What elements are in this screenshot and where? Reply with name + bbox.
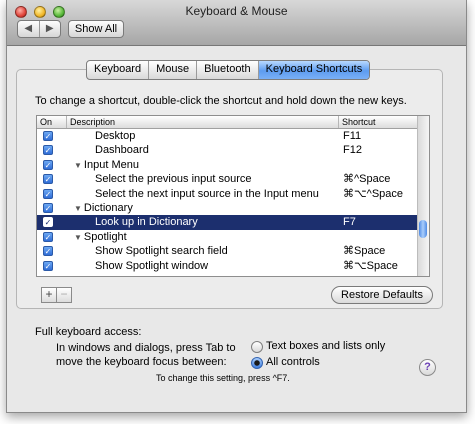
radio-text-boxes-label[interactable]: Text boxes and lists only: [266, 340, 385, 352]
description-text: Show Spotlight window: [95, 259, 209, 272]
description-text: Dictionary: [83, 201, 133, 214]
enabled-checkbox[interactable]: ✓: [43, 131, 53, 141]
shortcut-keys[interactable]: ⌘Space: [343, 244, 385, 258]
remove-shortcut-button[interactable]: −: [57, 287, 72, 303]
shortcut-keys[interactable]: ⌘⌥^Space: [343, 187, 403, 201]
enabled-checkbox[interactable]: ✓: [43, 202, 53, 213]
shortcut-keys[interactable]: ⌘^Space: [343, 172, 390, 186]
enabled-checkbox[interactable]: ✓: [43, 246, 53, 257]
description-text: Dashboard: [95, 144, 149, 157]
tab-mouse[interactable]: Mouse: [149, 61, 198, 79]
window-title: Keyboard & Mouse: [185, 4, 288, 18]
radio-all-controls-label[interactable]: All controls: [266, 356, 320, 368]
shortcut-description: Desktop: [95, 129, 135, 143]
group-description: ▼ Dictionary: [74, 201, 133, 216]
shortcut-description: Dashboard: [95, 143, 149, 157]
table-scrollbar[interactable]: [417, 116, 429, 276]
restore-defaults-button[interactable]: Restore Defaults: [331, 286, 433, 304]
radio-all-controls[interactable]: [251, 357, 263, 369]
description-text: Show Spotlight search field: [95, 245, 228, 258]
table-row[interactable]: ✓ Select the previous input source ⌘^Space: [37, 172, 417, 186]
table-body: ✓ Desktop F11 ✓ Dashboard F12 ✓ ▼ Input Menu ✓ Sel…: [37, 129, 417, 273]
shortcut-keys[interactable]: F7: [343, 215, 356, 229]
shortcut-keys[interactable]: ⌘⌥Space: [343, 259, 398, 273]
column-header-on[interactable]: On: [37, 116, 67, 128]
description-line-2: move the keyboard focus between:: [56, 356, 227, 368]
shortcut-description: Show Spotlight search field: [95, 244, 228, 258]
enabled-checkbox[interactable]: ✓: [43, 145, 53, 156]
add-shortcut-button[interactable]: +: [41, 287, 57, 303]
back-arrow-icon[interactable]: ◀: [18, 21, 40, 37]
description-text: Spotlight: [83, 230, 127, 243]
table-row[interactable]: ✓ Dashboard F12: [37, 143, 417, 157]
forward-arrow-icon[interactable]: ▶: [40, 21, 61, 37]
table-row[interactable]: ✓ ▼ Dictionary: [37, 201, 417, 215]
column-header-shortcut[interactable]: Shortcut: [339, 116, 417, 128]
column-header-description[interactable]: Description: [67, 116, 339, 128]
full-keyboard-access-description: In windows and dialogs, press Tab to mov…: [56, 341, 236, 369]
show-all-button[interactable]: Show All: [68, 20, 124, 38]
enabled-checkbox[interactable]: ✓: [43, 217, 53, 228]
enabled-checkbox[interactable]: ✓: [43, 159, 53, 170]
help-icon[interactable]: ?: [419, 359, 436, 376]
description-text: Input Menu: [83, 158, 139, 171]
description-text: Select the previous input source: [95, 173, 252, 186]
shortcut-description: Show Spotlight window: [95, 259, 208, 273]
instruction-text: To change a shortcut, double-click the s…: [35, 95, 407, 107]
table-row[interactable]: ✓ Show Spotlight search field ⌘Space: [37, 244, 417, 258]
enabled-checkbox[interactable]: ✓: [43, 188, 53, 199]
table-header: On Description Shortcut: [37, 116, 417, 129]
scrollbar-thumb[interactable]: [419, 220, 427, 238]
title-bar: Keyboard & Mouse ◀ ▶ Show All: [7, 0, 466, 46]
back-forward-control: ◀ ▶: [17, 20, 61, 38]
keyboard-access-note: To change this setting, press ^F7.: [156, 373, 290, 383]
disclosure-triangle-icon[interactable]: ▼: [74, 233, 82, 242]
tab-bar: Keyboard Mouse Bluetooth Keyboard Shortc…: [86, 60, 371, 80]
description-text: Desktop: [95, 130, 136, 142]
table-row[interactable]: ✓ ▼ Spotlight: [37, 230, 417, 244]
shortcut-keys[interactable]: F11: [343, 129, 361, 143]
enabled-checkbox[interactable]: ✓: [43, 260, 53, 271]
tab-keyboard[interactable]: Keyboard: [87, 61, 150, 79]
table-row[interactable]: ✓ ▼ Input Menu: [37, 158, 417, 172]
add-remove-control: + −: [41, 287, 72, 303]
table-row[interactable]: ✓ Desktop F11: [37, 129, 417, 143]
disclosure-triangle-icon[interactable]: ▼: [74, 204, 82, 213]
table-row[interactable]: ✓ Look up in Dictionary F7: [37, 215, 417, 230]
tab-keyboard-shortcuts[interactable]: Keyboard Shortcuts: [258, 61, 370, 79]
shortcut-description: Select the next input source in the Inpu…: [95, 187, 319, 201]
enabled-checkbox[interactable]: ✓: [43, 231, 53, 242]
group-description: ▼ Spotlight: [74, 230, 127, 245]
description-text: Look up in Dictionary: [95, 216, 198, 229]
radio-text-boxes[interactable]: [251, 341, 263, 353]
table-row[interactable]: ✓ Show Spotlight window ⌘⌥Space: [37, 259, 417, 273]
group-description: ▼ Input Menu: [74, 158, 139, 173]
table-row[interactable]: ✓ Select the next input source in the Inp…: [37, 187, 417, 201]
disclosure-triangle-icon[interactable]: ▼: [74, 161, 82, 170]
description-text: Select the next input source in the Inpu…: [95, 187, 319, 200]
shortcuts-table: On Description Shortcut ✓ Desktop F11 ✓ Dash…: [36, 115, 430, 277]
shortcut-description: Look up in Dictionary: [95, 215, 198, 229]
shortcut-keys[interactable]: F12: [343, 143, 362, 157]
full-keyboard-access-label: Full keyboard access:: [35, 326, 142, 338]
shortcut-description: Select the previous input source: [95, 172, 252, 186]
tab-bluetooth[interactable]: Bluetooth: [197, 61, 259, 79]
enabled-checkbox[interactable]: ✓: [43, 174, 53, 185]
description-line-1: In windows and dialogs, press Tab to: [56, 342, 236, 354]
